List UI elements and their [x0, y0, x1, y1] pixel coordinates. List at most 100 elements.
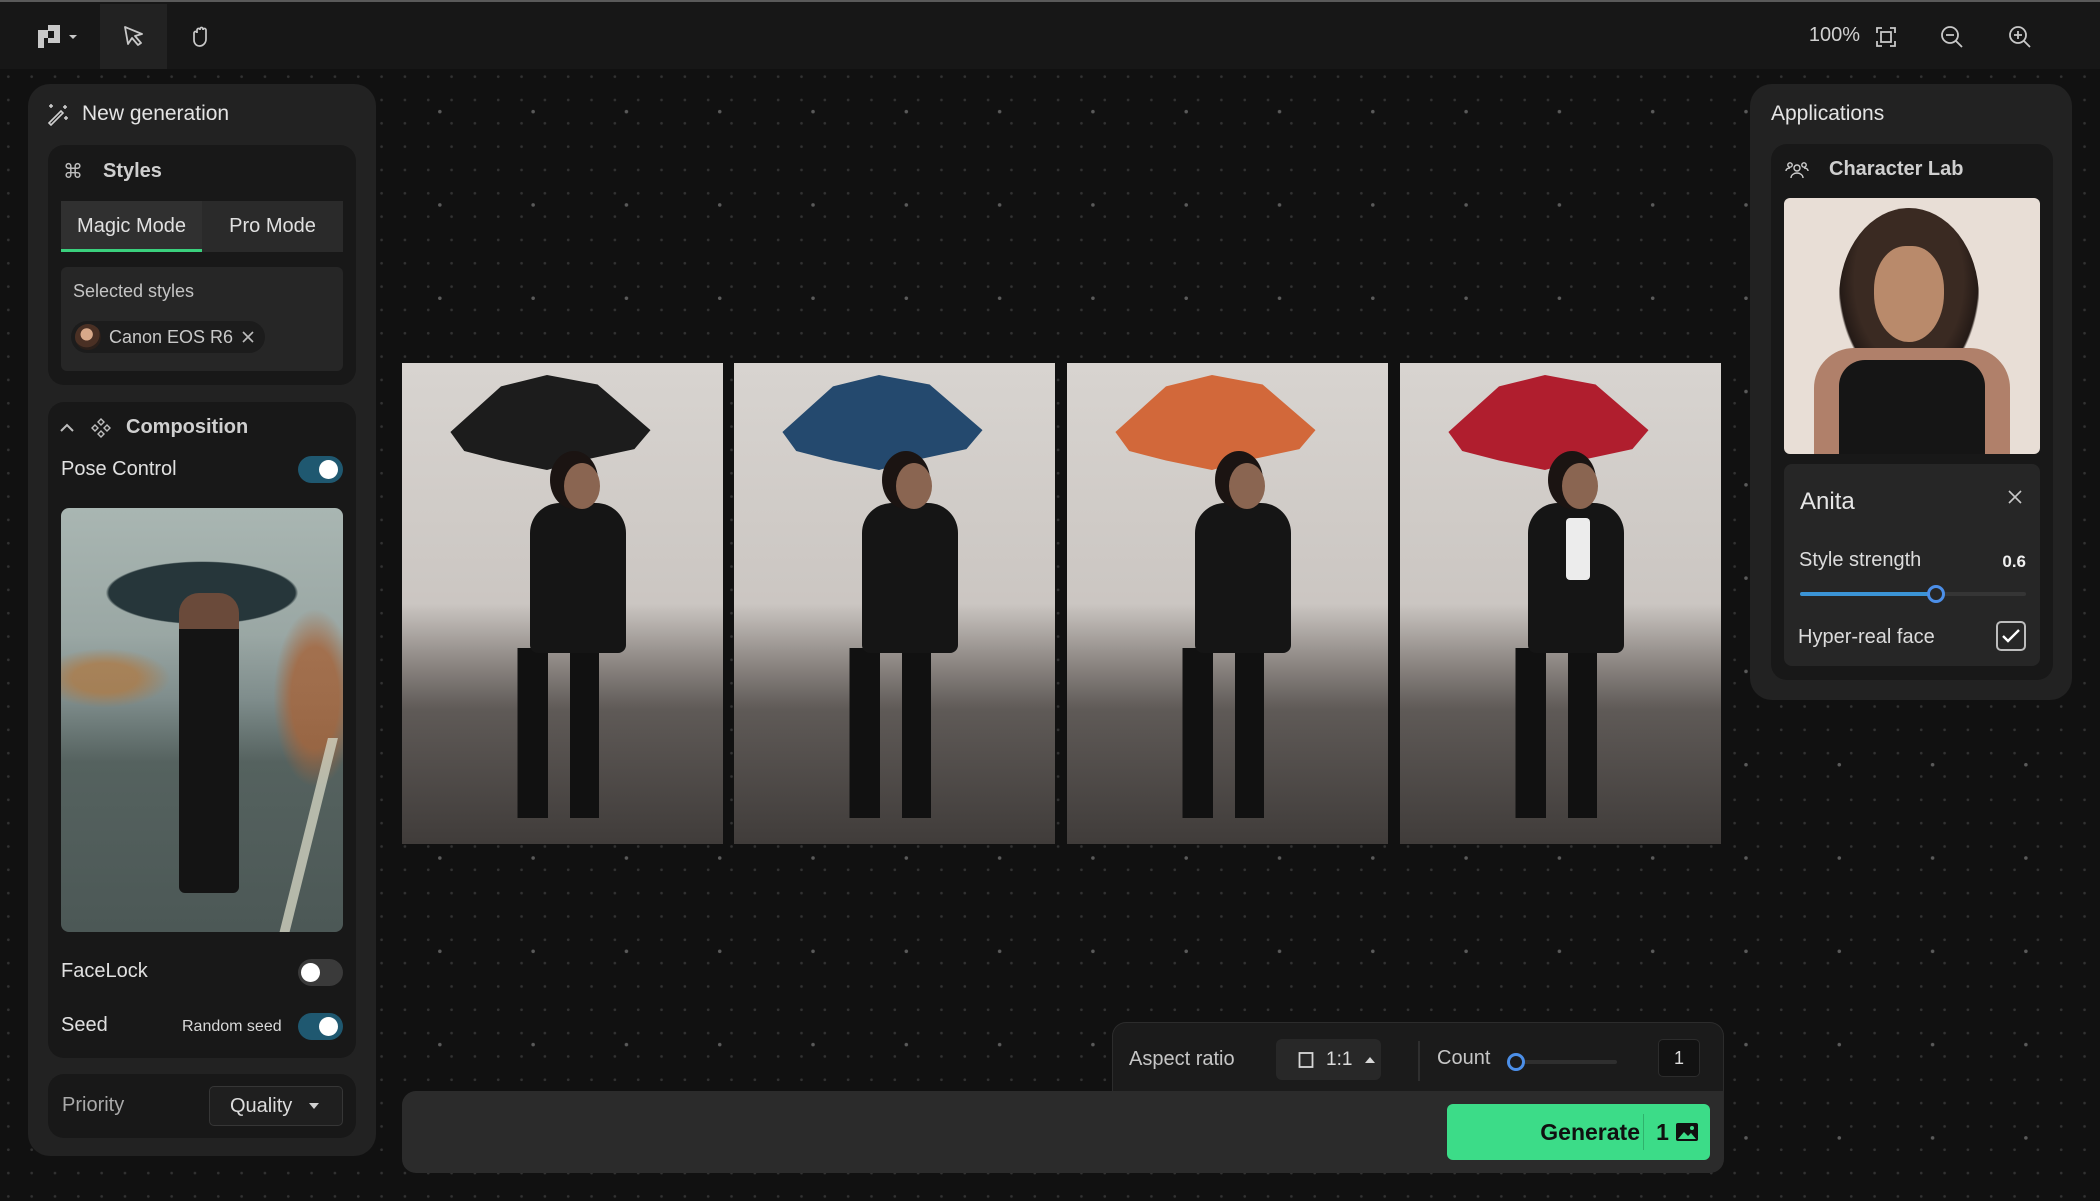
zoom-out-button[interactable] — [1922, 4, 1982, 69]
figure-legs — [1167, 648, 1277, 818]
square-icon — [1298, 1051, 1314, 1068]
figure-head — [896, 463, 932, 509]
toggle-knob — [301, 963, 320, 982]
styles-section: ⌘ Styles Magic Mode Pro Mode Selected st… — [48, 145, 356, 385]
close-icon[interactable] — [241, 330, 255, 344]
style-strength-slider[interactable] — [1800, 585, 2026, 603]
cursor-arrow-icon — [123, 25, 143, 46]
mode-tabs: Magic Mode Pro Mode — [61, 201, 343, 252]
generate-count-value: 1 — [1656, 1118, 1669, 1145]
styles-heading: Styles — [103, 160, 162, 182]
close-icon[interactable] — [2008, 490, 2022, 504]
fit-screen-icon — [1876, 26, 1896, 47]
composition-section: Composition Pose Control FaceLock Seed R… — [48, 402, 356, 1058]
selected-styles-box: Selected styles Canon EOS R6 — [61, 267, 343, 371]
generate-count: 1 — [1645, 1119, 1710, 1146]
figure-legs — [834, 648, 944, 818]
style-chip[interactable]: Canon EOS R6 — [71, 321, 266, 353]
character-settings: Anita Style strength 0.6 Hyper-real face — [1784, 464, 2040, 666]
generated-image[interactable] — [734, 363, 1055, 844]
character-portrait[interactable] — [1784, 198, 2040, 454]
figure-shirt — [1566, 518, 1590, 580]
zoom-in-button[interactable] — [1990, 4, 2050, 69]
generated-image[interactable] — [1400, 363, 1721, 844]
count-input[interactable]: 1 — [1658, 1039, 1700, 1077]
applications-title: Applications — [1771, 102, 1885, 125]
priority-label: Priority — [62, 1094, 125, 1116]
figure-head — [1229, 463, 1265, 509]
slider-thumb[interactable] — [1507, 1053, 1525, 1071]
hyper-real-face-checkbox[interactable] — [1996, 621, 2026, 651]
prompt-input[interactable] — [418, 1101, 1438, 1161]
portrait-dress — [1839, 360, 1985, 454]
priority-dropdown[interactable]: Quality — [209, 1086, 343, 1126]
slider-thumb[interactable] — [1926, 585, 1945, 603]
logo-menu-button[interactable] — [20, 4, 100, 69]
style-thumbnail — [75, 324, 101, 350]
command-icon: ⌘ — [63, 161, 83, 183]
character-lab-card: Character Lab Anita Style strength 0.6 H… — [1771, 144, 2053, 680]
seed-label: Seed — [61, 1014, 108, 1036]
pose-control-label: Pose Control — [61, 458, 177, 480]
character-lab-heading: Character Lab — [1829, 158, 1964, 180]
panel-title: New generation — [46, 102, 229, 126]
aspect-ratio-value: 1:1 — [1326, 1048, 1353, 1070]
hand-tool-button[interactable] — [167, 4, 234, 69]
pose-control-toggle[interactable] — [298, 456, 343, 483]
style-strength-value: 0.6 — [2002, 552, 2026, 571]
tab-pro-mode[interactable]: Pro Mode — [202, 201, 343, 252]
selected-styles-label: Selected styles — [73, 281, 195, 301]
composition-heading: Composition — [126, 416, 249, 438]
composition-icon — [91, 417, 111, 438]
new-generation-panel: New generation ⌘ Styles Magic Mode Pro M… — [28, 84, 376, 1156]
character-lab-header: Character Lab — [1785, 158, 1964, 181]
generation-options-bar: Aspect ratio 1:1 Count 1 — [1112, 1022, 1724, 1097]
figure-legs — [1500, 648, 1610, 818]
chevron-up-icon[interactable] — [58, 419, 76, 437]
figure-head — [1562, 463, 1598, 509]
slider-fill — [1800, 592, 1936, 596]
figure-head — [564, 463, 600, 509]
applications-panel: Applications Character Lab Anita Style s… — [1750, 84, 2072, 700]
facelock-toggle[interactable] — [298, 959, 343, 986]
generated-image[interactable] — [1067, 363, 1388, 844]
checkmark-icon — [2002, 629, 2020, 643]
divider — [1418, 1041, 1420, 1081]
aspect-ratio-dropdown[interactable]: 1:1 — [1276, 1039, 1381, 1080]
fit-screen-button[interactable] — [1856, 4, 1916, 69]
character-name: Anita — [1800, 488, 1855, 515]
people-icon — [1785, 161, 1809, 178]
pose-image-bg-right — [273, 608, 343, 788]
logo-icon — [38, 24, 77, 48]
generate-button[interactable]: Generate 1 — [1447, 1104, 1710, 1160]
hyper-real-face-label: Hyper-real face — [1798, 626, 1935, 648]
priority-value: Quality — [230, 1094, 293, 1117]
style-strength-label: Style strength — [1799, 549, 1922, 571]
figure-legs — [502, 648, 612, 818]
divider — [1643, 1114, 1644, 1150]
tab-magic-mode[interactable]: Magic Mode — [61, 201, 202, 252]
facelock-label: FaceLock — [61, 960, 148, 982]
generated-image[interactable] — [402, 363, 723, 844]
zoom-level[interactable]: 100% — [1809, 24, 1860, 47]
magic-wand-icon — [47, 104, 68, 126]
caret-down-icon — [309, 1103, 320, 1109]
pose-image-bg-left — [61, 648, 171, 708]
generate-label: Generate — [1540, 1118, 1640, 1145]
count-slider[interactable] — [1507, 1053, 1617, 1071]
toggle-knob — [319, 460, 338, 479]
priority-section: Priority Quality — [48, 1074, 356, 1138]
figure-body — [530, 503, 626, 653]
portrait-face — [1874, 246, 1944, 342]
figure-body — [862, 503, 958, 653]
hand-icon — [192, 26, 207, 47]
caret-down-icon — [69, 34, 77, 39]
figure-body — [1195, 503, 1291, 653]
select-tool-button[interactable] — [100, 4, 167, 69]
random-seed-toggle[interactable] — [298, 1013, 343, 1040]
pose-image-figure — [179, 593, 239, 893]
pose-reference-image[interactable] — [61, 508, 343, 932]
composition-header[interactable]: Composition — [58, 416, 248, 439]
count-label: Count — [1437, 1047, 1491, 1069]
new-generation-title: New generation — [82, 102, 230, 125]
